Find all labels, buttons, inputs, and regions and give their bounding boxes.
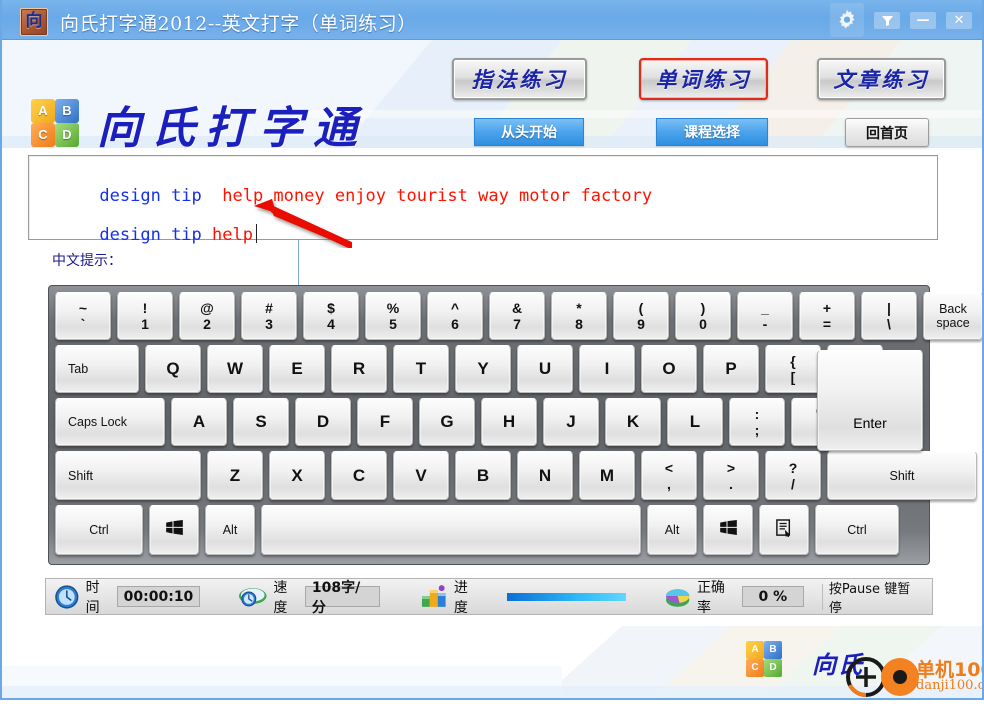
application-window: 向 向氏打字通2012--英文打字（单词练习） — ✕ A B C D 向氏打字… <box>0 0 984 700</box>
window-border <box>0 0 984 700</box>
